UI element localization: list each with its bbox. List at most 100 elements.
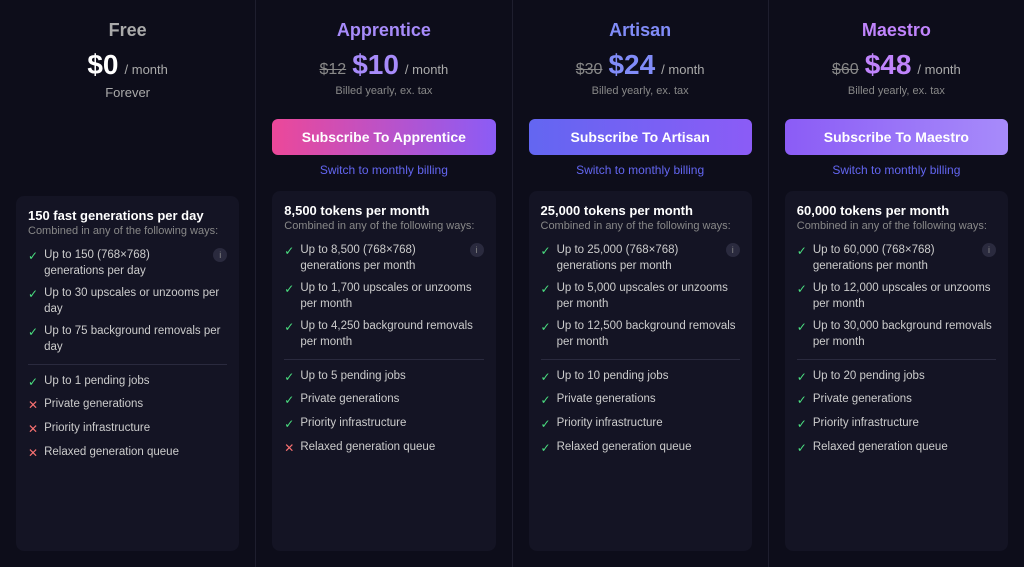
switch-billing-maestro[interactable]: Switch to monthly billing xyxy=(785,163,1008,177)
feature-text: Private generations xyxy=(557,391,656,407)
feature-divider xyxy=(28,364,227,365)
feature-group1-item-2: ✓ Up to 75 background removals per day xyxy=(28,323,227,355)
check-icon: ✓ xyxy=(284,319,294,336)
feature-group1-item-2: ✓ Up to 12,500 background removals per m… xyxy=(541,318,740,350)
feature-group1-item-1: ✓ Up to 12,000 upscales or unzooms per m… xyxy=(797,280,996,312)
check-icon: ✓ xyxy=(541,392,551,409)
feature-text: Up to 4,250 background removals per mont… xyxy=(300,318,483,350)
check-icon: ✓ xyxy=(284,416,294,433)
feature-group2-item-0: ✓ Up to 5 pending jobs xyxy=(284,368,483,386)
feature-text: Up to 150 (768×768) generations per day xyxy=(44,247,207,279)
features-main-apprentice: 8,500 tokens per month xyxy=(284,203,483,218)
feature-group1-item-0: ✓ Up to 60,000 (768×768) generations per… xyxy=(797,242,996,274)
plan-header-free: Free $0 / month Forever xyxy=(16,20,239,132)
check-icon: ✓ xyxy=(541,243,551,260)
plan-free: Free $0 / month Forever 150 fast generations… xyxy=(0,0,256,567)
check-icon: ✓ xyxy=(541,416,551,433)
features-sub-maestro: Combined in any of the following ways: xyxy=(797,220,996,232)
feature-text: Priority infrastructure xyxy=(300,415,406,431)
x-icon: ✕ xyxy=(28,421,38,438)
price-current-apprentice: $10 xyxy=(352,49,399,81)
plan-header-artisan: Artisan$30$24/ monthBilled yearly, ex. t… xyxy=(529,20,752,107)
feature-group2-item-1: ✕ Private generations xyxy=(28,396,227,414)
x-icon: ✕ xyxy=(28,397,38,414)
subscribe-button-artisan[interactable]: Subscribe To Artisan xyxy=(529,119,752,155)
feature-group2-item-1: ✓ Private generations xyxy=(541,391,740,409)
feature-text: Up to 12,500 background removals per mon… xyxy=(557,318,740,350)
check-icon: ✓ xyxy=(797,416,807,433)
price-period-free: / month xyxy=(125,62,168,77)
price-period-apprentice: / month xyxy=(405,62,448,77)
feature-text: Private generations xyxy=(300,391,399,407)
feature-divider xyxy=(797,359,996,360)
features-card-apprentice: 8,500 tokens per month Combined in any of… xyxy=(272,191,495,551)
feature-group2-item-3: ✕ Relaxed generation queue xyxy=(284,439,483,457)
feature-text: Up to 5,000 upscales or unzooms per mont… xyxy=(557,280,740,312)
check-icon: ✓ xyxy=(284,369,294,386)
feature-text: Up to 25,000 (768×768) generations per m… xyxy=(557,242,720,274)
features-sub-artisan: Combined in any of the following ways: xyxy=(541,220,740,232)
forever-note: Forever xyxy=(16,85,239,100)
subscribe-button-maestro[interactable]: Subscribe To Maestro xyxy=(785,119,1008,155)
plan-name-artisan: Artisan xyxy=(529,20,752,41)
feature-group2-item-0: ✓ Up to 10 pending jobs xyxy=(541,368,740,386)
feature-group2-item-2: ✕ Priority infrastructure xyxy=(28,420,227,438)
check-icon: ✓ xyxy=(541,319,551,336)
feature-text: Up to 8,500 (768×768) generations per mo… xyxy=(300,242,463,274)
check-icon: ✓ xyxy=(284,392,294,409)
feature-text: Relaxed generation queue xyxy=(300,439,435,455)
price-row-artisan: $30$24/ month xyxy=(529,49,752,81)
feature-group2-item-0: ✓ Up to 1 pending jobs xyxy=(28,373,227,391)
plan-name-free: Free xyxy=(16,20,239,41)
feature-group2-item-3: ✕ Relaxed generation queue xyxy=(28,444,227,462)
feature-group2-item-2: ✓ Priority infrastructure xyxy=(541,415,740,433)
info-icon: i xyxy=(726,243,740,257)
check-icon: ✓ xyxy=(797,243,807,260)
price-original-apprentice: $12 xyxy=(319,61,346,79)
feature-group2-item-3: ✓ Relaxed generation queue xyxy=(797,439,996,457)
check-icon: ✓ xyxy=(797,392,807,409)
feature-divider xyxy=(284,359,483,360)
check-icon: ✓ xyxy=(28,374,38,391)
feature-text: Up to 1 pending jobs xyxy=(44,373,150,389)
check-icon: ✓ xyxy=(541,369,551,386)
feature-text: Priority infrastructure xyxy=(813,415,919,431)
feature-text: Private generations xyxy=(813,391,912,407)
feature-text: Up to 5 pending jobs xyxy=(300,368,406,384)
price-note-apprentice: Billed yearly, ex. tax xyxy=(272,85,495,97)
feature-text: Up to 30 upscales or unzooms per day xyxy=(44,285,227,317)
feature-text: Relaxed generation queue xyxy=(44,444,179,460)
switch-billing-apprentice[interactable]: Switch to monthly billing xyxy=(272,163,495,177)
price-row-free: $0 / month xyxy=(16,49,239,81)
check-icon: ✓ xyxy=(28,248,38,265)
check-icon: ✓ xyxy=(28,286,38,303)
feature-group1-item-0: ✓ Up to 25,000 (768×768) generations per… xyxy=(541,242,740,274)
switch-billing-artisan[interactable]: Switch to monthly billing xyxy=(529,163,752,177)
info-icon: i xyxy=(470,243,484,257)
check-icon: ✓ xyxy=(28,324,38,341)
check-icon: ✓ xyxy=(541,281,551,298)
feature-text: Up to 10 pending jobs xyxy=(557,368,669,384)
plan-maestro: Maestro$60$48/ monthBilled yearly, ex. t… xyxy=(769,0,1024,567)
feature-text: Up to 12,000 upscales or unzooms per mon… xyxy=(813,280,996,312)
x-icon: ✕ xyxy=(28,445,38,462)
feature-text: Relaxed generation queue xyxy=(813,439,948,455)
feature-text: Up to 30,000 background removals per mon… xyxy=(813,318,996,350)
feature-text: Up to 1,700 upscales or unzooms per mont… xyxy=(300,280,483,312)
price-note-maestro: Billed yearly, ex. tax xyxy=(785,85,1008,97)
feature-text: Up to 60,000 (768×768) generations per m… xyxy=(813,242,976,274)
check-icon: ✓ xyxy=(797,369,807,386)
price-current-artisan: $24 xyxy=(608,49,655,81)
features-main-maestro: 60,000 tokens per month xyxy=(797,203,996,218)
plan-name-maestro: Maestro xyxy=(785,20,1008,41)
check-icon: ✓ xyxy=(284,243,294,260)
feature-group2-item-0: ✓ Up to 20 pending jobs xyxy=(797,368,996,386)
features-sub-apprentice: Combined in any of the following ways: xyxy=(284,220,483,232)
features-main-free: 150 fast generations per day xyxy=(28,208,227,223)
subscribe-button-apprentice[interactable]: Subscribe To Apprentice xyxy=(272,119,495,155)
plan-header-apprentice: Apprentice$12$10/ monthBilled yearly, ex… xyxy=(272,20,495,107)
feature-text: Priority infrastructure xyxy=(557,415,663,431)
price-original-artisan: $30 xyxy=(576,61,603,79)
price-current-free: $0 xyxy=(87,49,118,81)
features-main-artisan: 25,000 tokens per month xyxy=(541,203,740,218)
